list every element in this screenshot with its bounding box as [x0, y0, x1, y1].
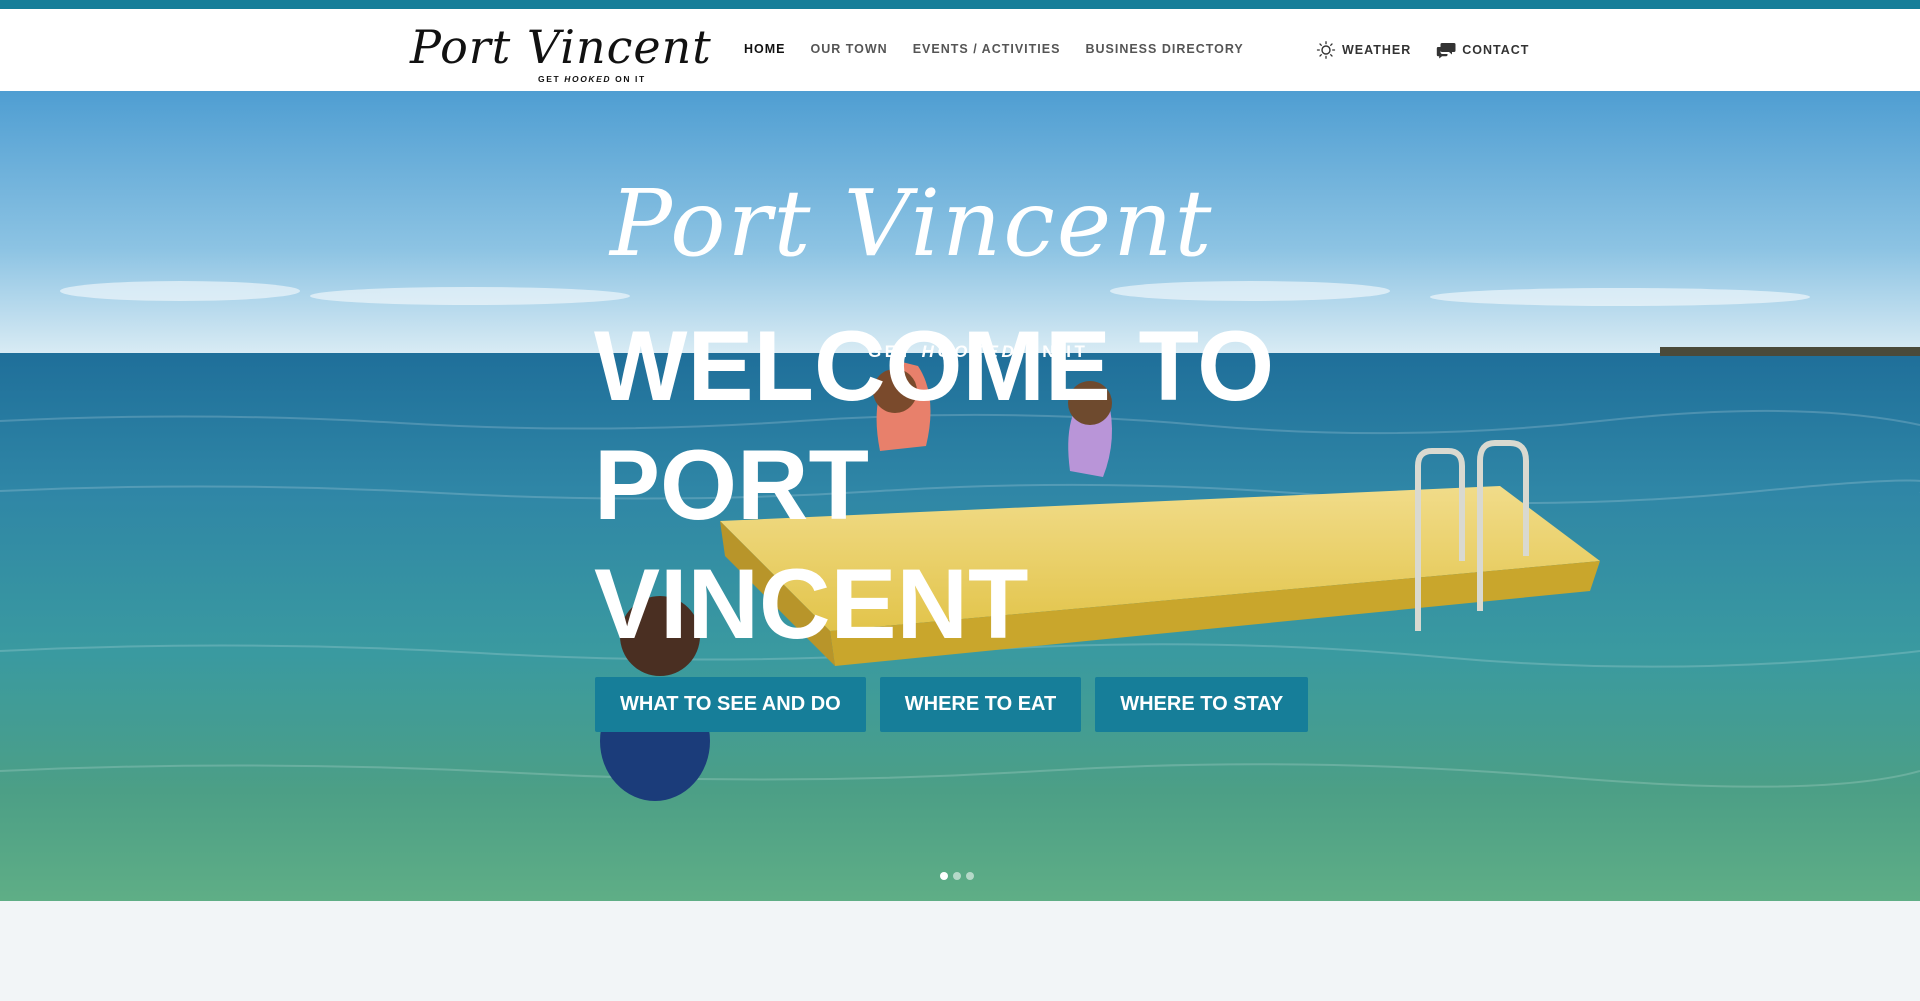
- logo-tagline: GET HOOKED ON IT: [538, 74, 646, 84]
- breakwater: [1660, 347, 1920, 356]
- what-to-see-and-do-button[interactable]: WHAT TO SEE AND DO: [595, 677, 866, 732]
- nav-item-business-directory[interactable]: BUSINESS DIRECTORY: [1085, 42, 1243, 56]
- slider-dot-3[interactable]: [966, 872, 974, 880]
- sun-icon: [1316, 41, 1336, 59]
- chat-bubbles-icon: [1436, 41, 1456, 59]
- slider-dot-1[interactable]: [940, 872, 948, 880]
- hero-cta-group: WHAT TO SEE AND DO WHERE TO EAT WHERE TO…: [595, 677, 1309, 732]
- slider-dots: [940, 872, 974, 880]
- nav-item-home[interactable]: HOME: [744, 42, 786, 56]
- hero-logo: Port Vincent GET HOOKED ON IT: [610, 169, 1211, 361]
- hero-logo-script: Port Vincent: [610, 170, 1214, 277]
- logo-tagline-pre: GET: [538, 74, 565, 84]
- where-to-eat-button[interactable]: WHERE TO EAT: [879, 677, 1082, 732]
- contact-label: CONTACT: [1462, 43, 1530, 57]
- headline-line-3: VINCENT: [594, 548, 1029, 659]
- headline-line-2: PORT: [594, 429, 870, 540]
- weather-link[interactable]: WEATHER: [1316, 41, 1411, 59]
- contact-link[interactable]: CONTACT: [1436, 41, 1529, 59]
- weather-label: WEATHER: [1342, 43, 1412, 57]
- hero-headline: WELCOME TO PORT VINCENT: [594, 306, 1314, 663]
- nav-item-our-town[interactable]: OUR TOWN: [811, 42, 888, 56]
- site-logo[interactable]: Port Vincent GET HOOKED ON IT: [410, 19, 711, 85]
- logo-script-text: Port Vincent: [410, 20, 712, 74]
- hero-slider: Port Vincent GET HOOKED ON IT WELCOME TO…: [0, 91, 1920, 901]
- nav-item-events-activities[interactable]: EVENTS / ACTIVITIES: [913, 42, 1061, 56]
- main-nav: HOME OUR TOWN EVENTS / ACTIVITIES BUSINE…: [744, 42, 1244, 56]
- slider-dot-2[interactable]: [953, 872, 961, 880]
- site-header: Port Vincent GET HOOKED ON IT HOME OUR T…: [0, 9, 1920, 91]
- where-to-stay-button[interactable]: WHERE TO STAY: [1095, 677, 1309, 732]
- headline-line-1: WELCOME TO: [594, 310, 1275, 421]
- utility-nav: WEATHER CONTACT: [1316, 41, 1529, 59]
- below-hero-section: [0, 901, 1920, 1001]
- logo-tagline-post: ON IT: [611, 74, 646, 84]
- top-accent-strip: [0, 0, 1920, 9]
- logo-tagline-emphasis: HOOKED: [564, 74, 612, 84]
